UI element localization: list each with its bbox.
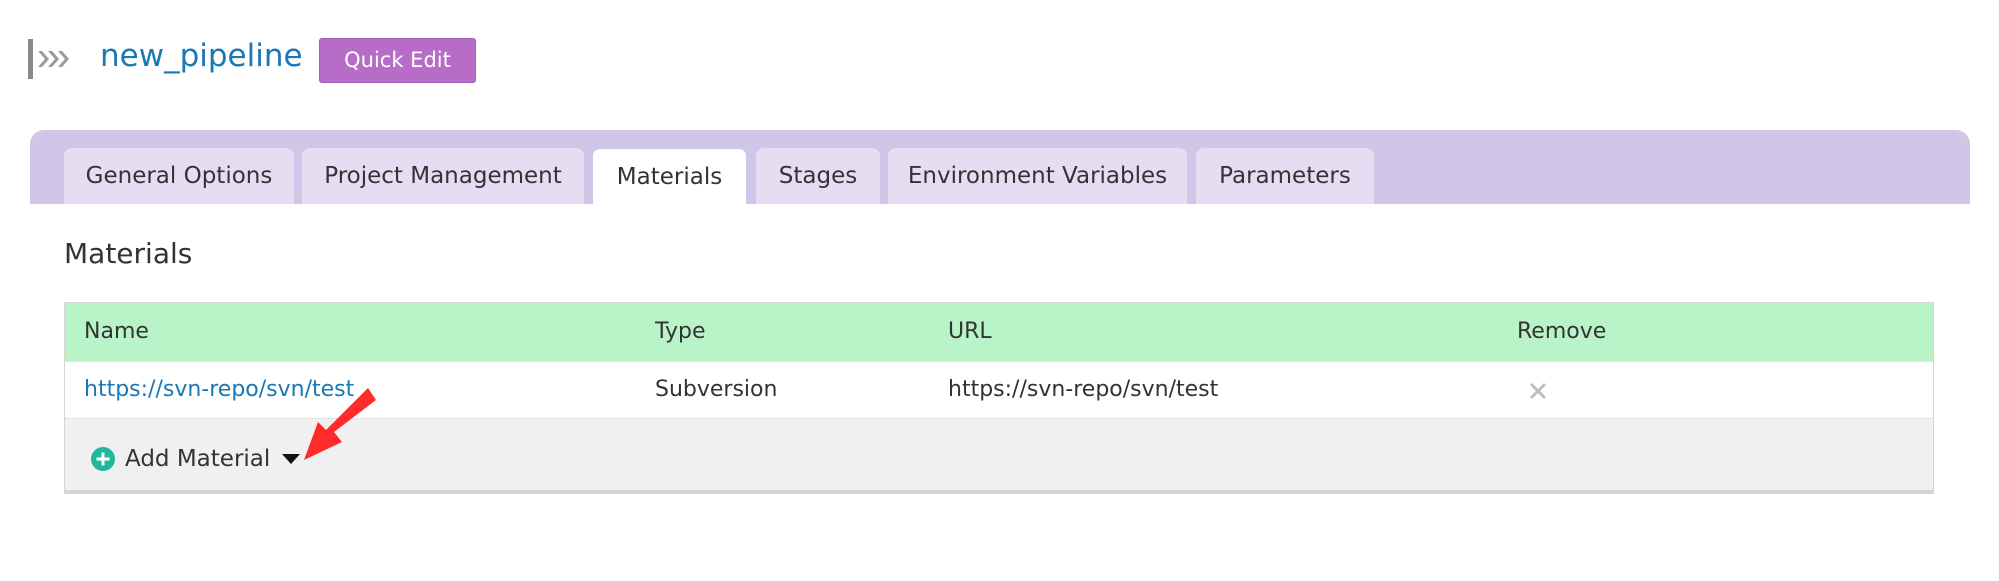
tab-label: General Options [85,163,273,189]
add-material-label: Add Material [125,446,271,472]
pipeline-chevrons-icon [28,39,69,79]
tab-label: Environment Variables [907,163,1168,189]
plus-circle-icon [91,447,115,471]
tab-label: Project Management [324,163,562,189]
caret-down-icon [282,454,301,464]
tab-environment-variables[interactable]: Environment Variables [888,148,1187,204]
tab-general-options[interactable]: General Options [64,148,294,204]
tab-materials[interactable]: Materials [592,148,747,204]
column-header-url: URL [948,319,992,344]
column-header-name: Name [84,319,149,344]
quick-edit-button[interactable]: Quick Edit [319,38,476,83]
annotation-arrow-icon [304,388,376,460]
section-title: Materials [64,237,193,270]
column-header-remove: Remove [1517,319,1607,344]
tab-label: Parameters [1219,163,1351,189]
material-url: https://svn-repo/svn/test [948,377,1219,402]
tab-stages[interactable]: Stages [756,148,880,204]
column-header-type: Type [655,319,706,344]
tab-label: Materials [616,163,723,190]
tab-project-management[interactable]: Project Management [302,148,584,204]
close-x-icon[interactable] [1525,378,1551,404]
table-header: Name Type URL Remove [65,303,1933,361]
material-type: Subversion [655,377,778,402]
tab-parameters[interactable]: Parameters [1196,148,1374,204]
pipeline-title[interactable]: new_pipeline [100,36,303,76]
add-material-button[interactable]: Add Material [91,443,301,475]
tab-label: Stages [778,163,858,189]
